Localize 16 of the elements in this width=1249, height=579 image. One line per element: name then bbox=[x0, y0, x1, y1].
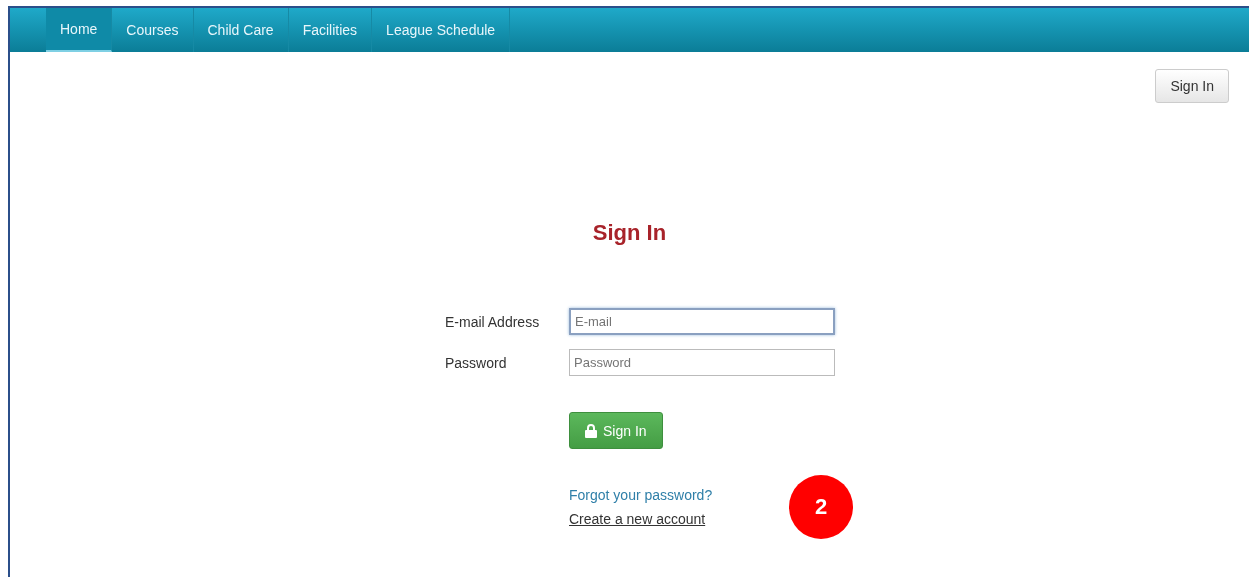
nav-tab[interactable]: Home bbox=[46, 8, 113, 52]
nav-tab[interactable]: League Schedule bbox=[372, 8, 511, 52]
callout-badge: 2 bbox=[789, 475, 853, 539]
link[interactable]: Forgot your password? bbox=[569, 487, 713, 503]
input-field[interactable]: Password bbox=[569, 349, 835, 376]
field-label: Password bbox=[445, 354, 508, 371]
link[interactable]: Create a new account bbox=[569, 511, 706, 527]
nav-tab[interactable]: Child Care bbox=[193, 8, 289, 52]
field-label: E-mail Address bbox=[445, 313, 541, 330]
sign-in-button[interactable]: Sign In bbox=[569, 412, 663, 449]
nav-tab[interactable]: Courses bbox=[112, 8, 194, 52]
lock-icon bbox=[585, 423, 597, 438]
sign-in-button[interactable]: Sign In bbox=[1155, 69, 1229, 103]
nav-tab[interactable]: Facilities bbox=[288, 8, 373, 52]
input-field[interactable]: E-mail bbox=[569, 308, 835, 335]
form-title: Sign In bbox=[592, 220, 667, 246]
